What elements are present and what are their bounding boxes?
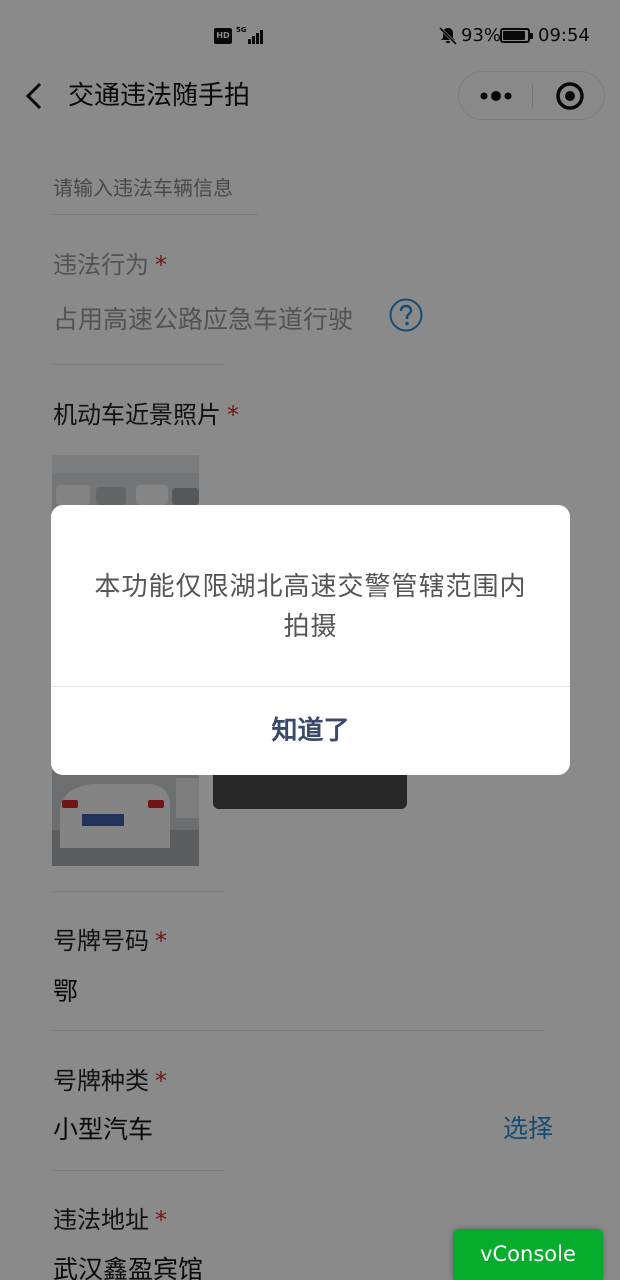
vconsole-button[interactable]: vConsole [453, 1229, 603, 1280]
dialog-confirm-button[interactable]: 知道了 [51, 687, 570, 775]
notice-dialog: 本功能仅限湖北高速交警管辖范围内拍摄 知道了 [51, 505, 570, 775]
dialog-message: 本功能仅限湖北高速交警管辖范围内拍摄 [94, 572, 527, 642]
app-screen: HD 5G 93% 09:54 交通违法随手拍 请输入违法车辆信息 违法行为 *… [0, 0, 620, 1280]
